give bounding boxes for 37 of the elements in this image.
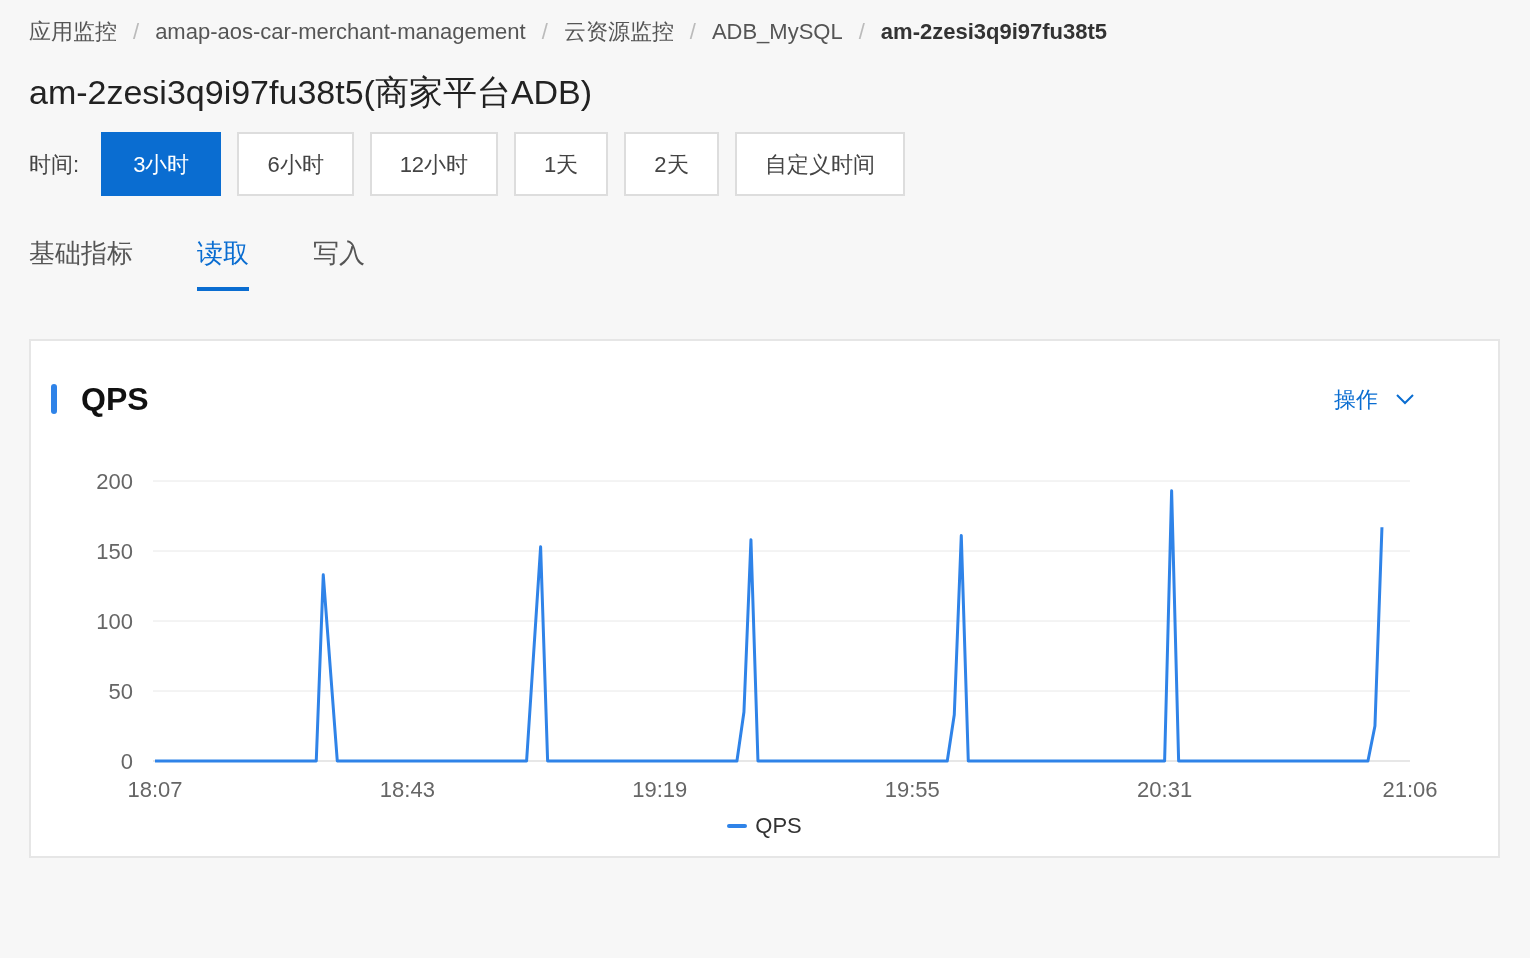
x-axis-label: 21:06 xyxy=(1382,777,1438,802)
y-axis-label: 0 xyxy=(120,749,133,774)
y-axis-label: 150 xyxy=(96,539,133,564)
breadcrumb-item[interactable]: ADB_MySQL xyxy=(711,14,843,48)
panel-title: QPS xyxy=(81,380,149,419)
legend-label[interactable]: QPS xyxy=(755,809,802,842)
time-range-button[interactable]: 1天 xyxy=(514,132,609,196)
time-range-button[interactable]: 3小时 xyxy=(101,132,222,196)
tab[interactable]: 基础指标 xyxy=(29,234,133,291)
x-axis-label: 18:07 xyxy=(127,777,183,802)
title-accent-bar xyxy=(51,384,57,414)
breadcrumb-item[interactable]: amap-aos-car-merchant-management xyxy=(155,14,526,48)
y-axis-label: 200 xyxy=(96,469,133,494)
breadcrumb-separator: / xyxy=(133,17,140,46)
breadcrumb-item[interactable]: 应用监控 xyxy=(29,14,117,48)
breadcrumb-item: am-2zesi3q9i97fu38t5 xyxy=(880,17,1108,46)
tab[interactable]: 读取 xyxy=(197,234,249,291)
time-range-button[interactable]: 6小时 xyxy=(237,132,354,196)
chevron-down-icon xyxy=(1396,393,1414,405)
page-title: am-2zesi3q9i97fu38t5(商家平台ADB) xyxy=(29,72,594,113)
y-axis-label: 100 xyxy=(96,609,133,634)
breadcrumb-item[interactable]: 云资源监控 xyxy=(563,14,674,48)
tab[interactable]: 写入 xyxy=(313,234,365,291)
y-axis-label: 50 xyxy=(108,679,133,704)
time-range-button[interactable]: 2天 xyxy=(624,132,719,196)
time-range-button[interactable]: 12小时 xyxy=(369,132,499,196)
legend-swatch xyxy=(727,823,748,828)
x-axis-label: 19:19 xyxy=(632,777,688,802)
breadcrumb-separator: / xyxy=(541,17,548,46)
x-axis-label: 19:55 xyxy=(884,777,940,802)
time-range-button[interactable]: 自定义时间 xyxy=(734,132,905,196)
action-dropdown[interactable]: 操作 xyxy=(1334,382,1414,416)
breadcrumb-separator: / xyxy=(689,17,696,46)
x-axis-label: 20:31 xyxy=(1137,777,1193,802)
x-axis-label: 18:43 xyxy=(379,777,435,802)
time-label: 时间: xyxy=(29,150,80,179)
breadcrumb-separator: / xyxy=(858,17,865,46)
